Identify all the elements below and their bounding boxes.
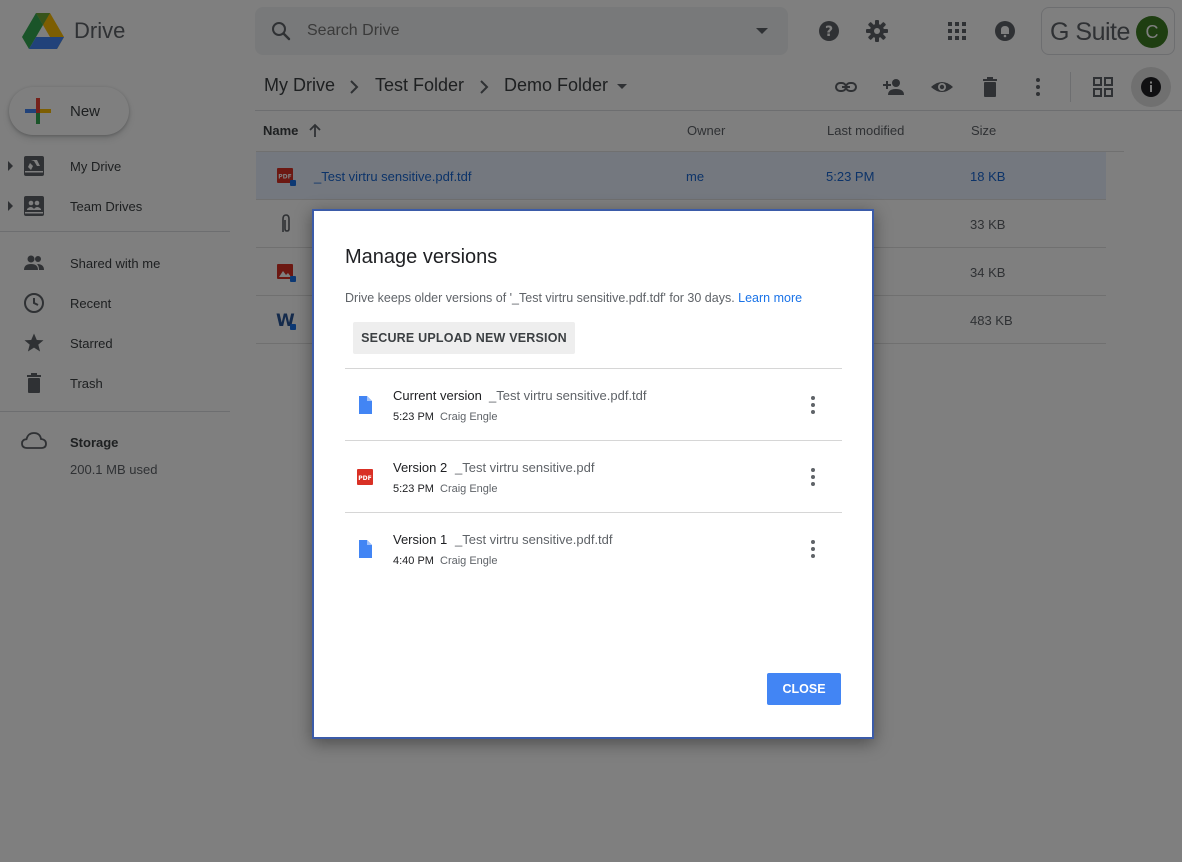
version-item: Version 1 _Test virtru sensitive.pdf.tdf… <box>345 513 842 585</box>
version-label: Version 2 <box>393 460 448 475</box>
version-user: Craig Engle <box>440 483 498 495</box>
doc-file-icon <box>359 396 372 414</box>
doc-file-icon <box>359 540 372 558</box>
manage-versions-dialog: Manage versions Drive keeps older versio… <box>312 209 874 739</box>
close-button[interactable]: CLOSE <box>767 673 841 705</box>
version-label: Version 1 <box>393 532 448 547</box>
version-item: Current version _Test virtru sensitive.p… <box>345 369 842 441</box>
version-more-vert-icon[interactable] <box>801 537 825 561</box>
learn-more-link[interactable]: Learn more <box>738 291 802 305</box>
version-time: 5:23 PM <box>393 411 434 423</box>
dialog-title: Manage versions <box>345 246 498 268</box>
version-time: 4:40 PM <box>393 555 434 567</box>
dialog-description: Drive keeps older versions of '_Test vir… <box>345 291 802 305</box>
version-file-name: _Test virtru sensitive.pdf.tdf <box>455 532 613 547</box>
version-more-vert-icon[interactable] <box>801 393 825 417</box>
pdf-file-icon: PDF <box>357 469 373 485</box>
secure-upload-new-version-button[interactable]: SECURE UPLOAD NEW VERSION <box>353 322 575 354</box>
version-time: 5:23 PM <box>393 483 434 495</box>
dialog-description-text: Drive keeps older versions of '_Test vir… <box>345 291 735 305</box>
svg-text:PDF: PDF <box>358 475 371 482</box>
version-more-vert-icon[interactable] <box>801 465 825 489</box>
version-file-name: _Test virtru sensitive.pdf <box>455 460 595 475</box>
version-item: PDF Version 2 _Test virtru sensitive.pdf… <box>345 441 842 513</box>
version-label: Current version <box>393 388 482 403</box>
version-file-name: _Test virtru sensitive.pdf.tdf <box>489 388 647 403</box>
version-user: Craig Engle <box>440 555 498 567</box>
version-user: Craig Engle <box>440 411 498 423</box>
